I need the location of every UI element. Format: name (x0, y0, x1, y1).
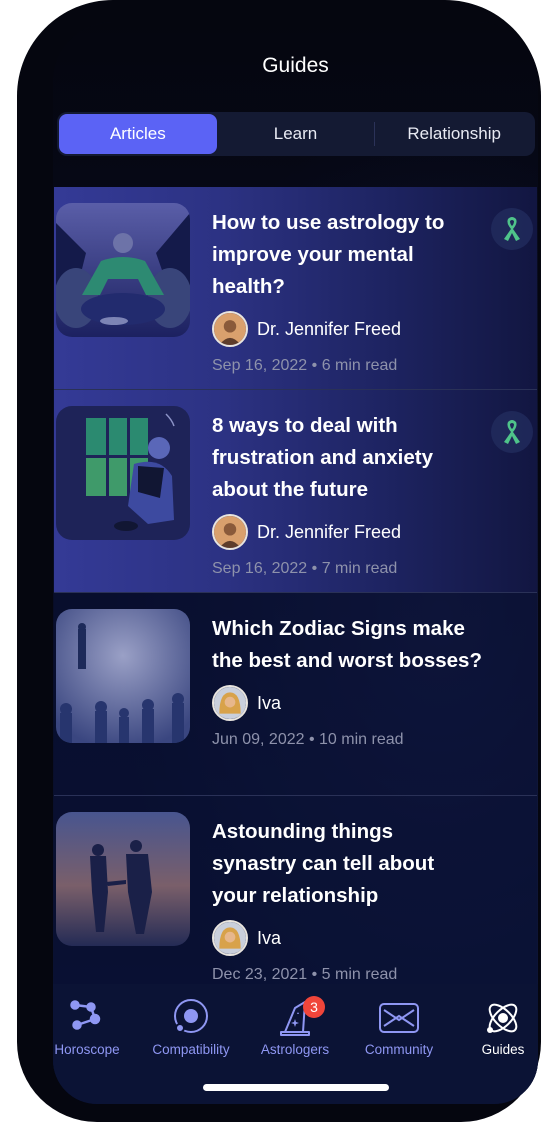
constellation-icon (70, 1000, 101, 1030)
tab-label: Guides (481, 1042, 525, 1057)
author-name: Dr. Jennifer Freed (257, 318, 402, 339)
author-name: Dr. Jennifer Freed (257, 521, 402, 542)
tab-label: Community (364, 1042, 434, 1057)
article-card[interactable]: 8 ways to deal with frustration and anxi… (54, 390, 537, 593)
envelope-icon (379, 1003, 419, 1033)
author-row: Dr. Jennifer Freed (212, 514, 482, 550)
article-card[interactable]: How to use astrology to improve your men… (54, 187, 537, 390)
tab-label: Astrologers (260, 1042, 330, 1057)
article-content: Which Zodiac Signs make the best and wor… (212, 613, 482, 749)
phone-frame: Guides Articles Learn Relationship How t… (17, 0, 541, 1122)
atom-icon (487, 1003, 518, 1033)
awareness-ribbon-icon (504, 420, 520, 444)
author-row: Iva (212, 920, 482, 956)
author-name: Iva (257, 927, 282, 948)
article-title: How to use astrology to improve your men… (212, 211, 445, 298)
app-screen: Guides Articles Learn Relationship How t… (53, 22, 538, 1104)
avatar (212, 685, 248, 721)
article-title: 8 ways to deal with frustration and anxi… (212, 414, 433, 501)
article-meta: Dec 23, 2021 • 5 min read (212, 966, 398, 983)
article-card[interactable]: Astounding things synastry can tell abou… (54, 796, 537, 999)
couple-sunset-thumbnail (56, 812, 190, 946)
tab-relationship[interactable]: Relationship (375, 114, 533, 154)
article-content: 8 ways to deal with frustration and anxi… (212, 410, 482, 578)
tab-compatibility[interactable]: Compatibility (141, 998, 241, 1057)
article-content: How to use astrology to improve your men… (212, 207, 482, 375)
awareness-ribbon-button[interactable] (491, 411, 533, 453)
home-indicator[interactable] (203, 1084, 389, 1091)
article-meta: Jun 09, 2022 • 10 min read (212, 731, 404, 748)
tab-label: Compatibility (152, 1042, 230, 1057)
article-meta: Sep 16, 2022 • 6 min read (212, 357, 398, 374)
article-list: How to use astrology to improve your men… (54, 187, 537, 999)
tab-guides[interactable]: Guides (453, 998, 538, 1057)
tab-label: Horoscope (54, 1042, 120, 1057)
meditation-thumbnail (56, 203, 190, 337)
author-row: Dr. Jennifer Freed (212, 311, 482, 347)
page-title: Guides (262, 54, 329, 77)
author-row: Iva (212, 685, 482, 721)
article-meta: Sep 16, 2022 • 7 min read (212, 560, 398, 577)
avatar (212, 920, 248, 956)
article-content: Astounding things synastry can tell abou… (212, 816, 482, 984)
avatar (212, 311, 248, 347)
article-title: Astounding things synastry can tell abou… (212, 820, 435, 907)
author-name: Iva (257, 692, 282, 713)
tab-community[interactable]: Community (349, 998, 449, 1057)
window-sitting-thumbnail (56, 406, 190, 540)
segmented-control: Articles Learn Relationship (57, 112, 535, 156)
tab-astrologers[interactable]: 3 Astrologers (245, 996, 345, 1057)
tab-horoscope[interactable]: Horoscope (53, 998, 137, 1057)
orbit-icon (174, 999, 208, 1033)
crowd-silhouettes-thumbnail (56, 609, 190, 743)
tab-learn[interactable]: Learn (217, 114, 375, 154)
awareness-ribbon-icon (504, 217, 520, 241)
avatar (212, 514, 248, 550)
article-title: Which Zodiac Signs make the best and wor… (212, 617, 482, 672)
awareness-ribbon-button[interactable] (491, 208, 533, 250)
tab-articles[interactable]: Articles (59, 114, 217, 154)
article-card[interactable]: Which Zodiac Signs make the best and wor… (54, 593, 537, 796)
notification-badge: 3 (303, 996, 325, 1018)
